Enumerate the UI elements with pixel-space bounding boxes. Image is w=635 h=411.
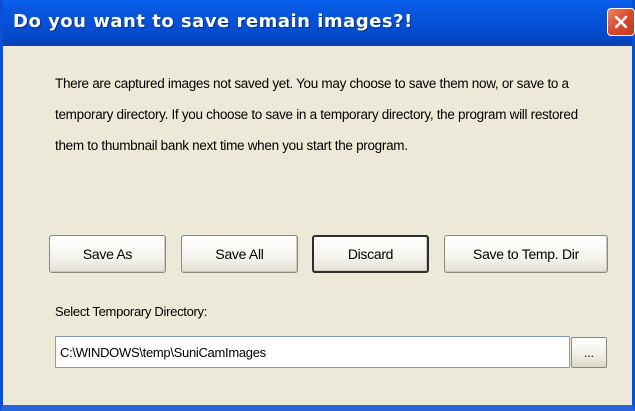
temp-dir-input[interactable] <box>55 336 570 368</box>
save-to-temp-dir-button[interactable]: Save to Temp. Dir <box>444 235 608 273</box>
discard-button[interactable]: Discard <box>312 235 429 273</box>
close-button[interactable] <box>607 8 635 36</box>
dialog-title: Do you want to save remain images?! <box>13 11 413 32</box>
temp-dir-label: Select Temporary Directory: <box>55 304 208 319</box>
save-all-button[interactable]: Save All <box>181 235 298 273</box>
title-bar[interactable]: Do you want to save remain images?! <box>3 0 635 46</box>
save-images-dialog: Do you want to save remain images?! Ther… <box>0 0 635 411</box>
close-icon <box>614 15 628 29</box>
save-as-button[interactable]: Save As <box>49 235 166 273</box>
browse-button[interactable]: ... <box>571 337 607 368</box>
dialog-message: There are captured images not saved yet.… <box>55 76 578 153</box>
